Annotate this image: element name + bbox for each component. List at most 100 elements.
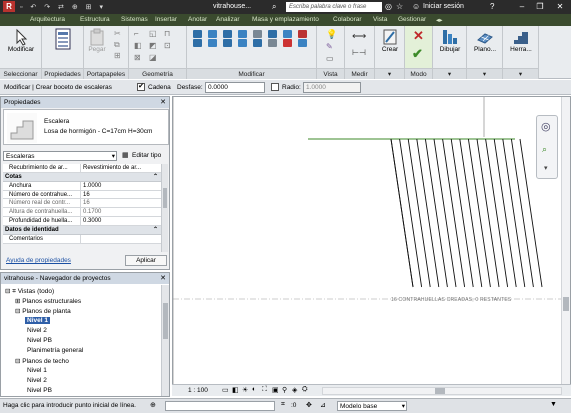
tab-masa-emplazamiento[interactable]: Masa y emplazamiento [252, 16, 319, 23]
property-row[interactable]: Número real de contr... 16 [3, 199, 161, 209]
tree-item-nivel-2[interactable]: Nivel 2 [27, 327, 47, 334]
stair-sketch[interactable] [173, 97, 570, 385]
radius-input[interactable]: 1.0000 [303, 82, 361, 93]
design-options-icon[interactable]: ⌗ [281, 401, 285, 409]
unpin-icon[interactable] [268, 39, 277, 47]
tree-item-planos-planta[interactable]: ⊟ Planos de planta [15, 307, 71, 315]
binoculars-icon[interactable]: ◎ [385, 2, 392, 11]
panel-tools-dropdown[interactable]: ▾ [503, 68, 538, 79]
sign-in-link[interactable]: Iniciar sesión [423, 3, 464, 10]
riser-line[interactable] [416, 138, 440, 288]
cope-icon[interactable]: ⌐ [134, 29, 139, 38]
steering-wheel-icon[interactable]: ◎ [541, 120, 551, 133]
close-button[interactable]: ✕ [553, 1, 567, 12]
delete-icon[interactable] [283, 39, 292, 47]
tab-insertar[interactable]: Insertar [155, 16, 177, 23]
modify-button[interactable]: Modificar [3, 28, 39, 53]
copy-icon[interactable]: ⧉ [114, 40, 120, 50]
hide-icon[interactable]: 💡 [326, 29, 337, 40]
measure-icon[interactable]: ⟷ [352, 31, 366, 42]
filter-selection-icon[interactable]: ▼ [550, 401, 557, 408]
riser-line[interactable] [399, 138, 423, 288]
tab-estructura[interactable]: Estructura [80, 16, 110, 23]
remove-paint-icon[interactable]: ◪ [149, 53, 157, 62]
tab-gestionar[interactable]: Gestionar [398, 16, 426, 23]
visual-style-icon[interactable]: ◧ [232, 386, 239, 394]
tab-vista[interactable]: Vista [373, 16, 387, 23]
array-icon[interactable] [268, 30, 277, 38]
offset-icon[interactable] [208, 30, 217, 38]
tools-button[interactable]: Herra... [505, 28, 537, 53]
tree-item-planos-estructurales[interactable]: ⊞ Planos estructurales [15, 297, 81, 305]
tree-item-nivel-1[interactable]: Nivel 1 [25, 317, 50, 324]
workset-icon[interactable]: ⊕ [150, 401, 156, 409]
rotate-icon[interactable] [223, 39, 232, 47]
riser-line[interactable] [493, 138, 517, 288]
mirror-axis-icon[interactable] [223, 30, 232, 38]
trim-extend-icon[interactable] [298, 39, 307, 47]
scrollbar-thumb[interactable] [435, 388, 445, 394]
riser-line[interactable] [502, 138, 526, 288]
move-icon[interactable] [193, 39, 202, 47]
cut-geometry-icon[interactable]: ◱ [149, 29, 157, 38]
scrollbar-thumb[interactable] [163, 303, 168, 339]
properties-help-link[interactable]: Ayuda de propiedades [6, 257, 71, 264]
riser-line[interactable] [433, 138, 457, 288]
zoom-dropdown-icon[interactable]: ▾ [544, 164, 548, 172]
riser-line[interactable] [407, 138, 431, 288]
linework-icon[interactable]: ▭ [326, 54, 334, 63]
property-row[interactable]: Comentarios [3, 234, 161, 244]
tree-item-techo-nivel-pb[interactable]: Nivel PB [27, 387, 52, 394]
app-logo-icon[interactable]: R [3, 1, 15, 12]
riser-line[interactable] [467, 138, 491, 288]
properties-button[interactable] [45, 28, 81, 50]
show-crop-icon[interactable]: ▣ [272, 386, 279, 394]
riser-line[interactable] [485, 138, 509, 288]
search-input[interactable]: Escriba palabra clave o frase [286, 2, 382, 12]
riser-line[interactable] [510, 138, 534, 288]
section-header[interactable]: Cotas ⌃ [3, 172, 161, 182]
match-properties-icon[interactable]: ⊞ [114, 51, 121, 60]
properties-close-icon[interactable]: ✕ [160, 98, 166, 106]
split-icon[interactable] [253, 30, 262, 38]
scale-icon[interactable] [283, 30, 292, 38]
property-row[interactable]: Profundidad de huella... 0.3000 [3, 216, 161, 226]
align-icon[interactable] [193, 30, 202, 38]
property-row[interactable]: Recubrimiento de ar... Revestimiento de a… [3, 164, 161, 173]
cancel-edit-mode-icon[interactable]: ✕ [413, 28, 424, 44]
detail-level-icon[interactable]: ▭ [222, 386, 229, 394]
drawing-viewport[interactable]: 16 CONTRAHUELLAS CREADAS, 0 RESTANTES ◎ … [172, 96, 571, 396]
help-icon[interactable]: ? [490, 2, 494, 11]
mirror-draw-icon[interactable] [238, 30, 247, 38]
override-icon[interactable]: ✎ [326, 42, 333, 51]
riser-line[interactable] [459, 138, 483, 288]
wall-joins-icon[interactable]: ⊡ [164, 41, 171, 50]
tree-item-vistas[interactable]: ⊟ ⌗ Vistas (todo) [5, 287, 54, 296]
draw-button[interactable]: Dibujar [435, 28, 465, 53]
temporary-hide-icon[interactable]: ⚲ [282, 386, 287, 394]
tab-colaborar[interactable]: Colaborar [333, 16, 362, 23]
finish-edit-mode-icon[interactable]: ✔ [412, 46, 423, 62]
riser-line[interactable] [450, 138, 474, 288]
tree-item-planos-techo[interactable]: ⊟ Planos de techo [15, 357, 69, 365]
tree-item-planimetria[interactable]: Planimetría general [27, 347, 83, 354]
tab-anotar[interactable]: Anotar [188, 16, 207, 23]
split-face-icon[interactable]: ◧ [134, 41, 142, 50]
stair-boundary-line[interactable] [390, 138, 414, 288]
join-icon[interactable]: ⊓ [164, 29, 170, 38]
tree-item-techo-nivel-2[interactable]: Nivel 2 [27, 377, 47, 384]
shadows-icon[interactable]: ◐ [252, 386, 256, 393]
filter-icon[interactable]: ⊿ [320, 401, 326, 409]
riser-line[interactable] [424, 138, 448, 288]
star-icon[interactable]: ☆ [396, 2, 403, 11]
riser-line[interactable] [476, 138, 500, 288]
offset-input[interactable]: 0.0000 [205, 82, 265, 93]
chain-checkbox[interactable]: ✔ [137, 83, 145, 91]
scale-label[interactable]: 1 : 100 [188, 387, 208, 394]
press-drag-icon[interactable]: ✥ [306, 401, 312, 409]
riser-line[interactable] [442, 138, 466, 288]
paint-icon[interactable]: ◩ [149, 41, 157, 50]
tab-overflow-icon[interactable]: ◂▸ [436, 16, 443, 24]
reveal-hidden-icon[interactable]: ◈ [292, 386, 297, 394]
demolish-icon[interactable]: ⊠ [134, 53, 141, 62]
